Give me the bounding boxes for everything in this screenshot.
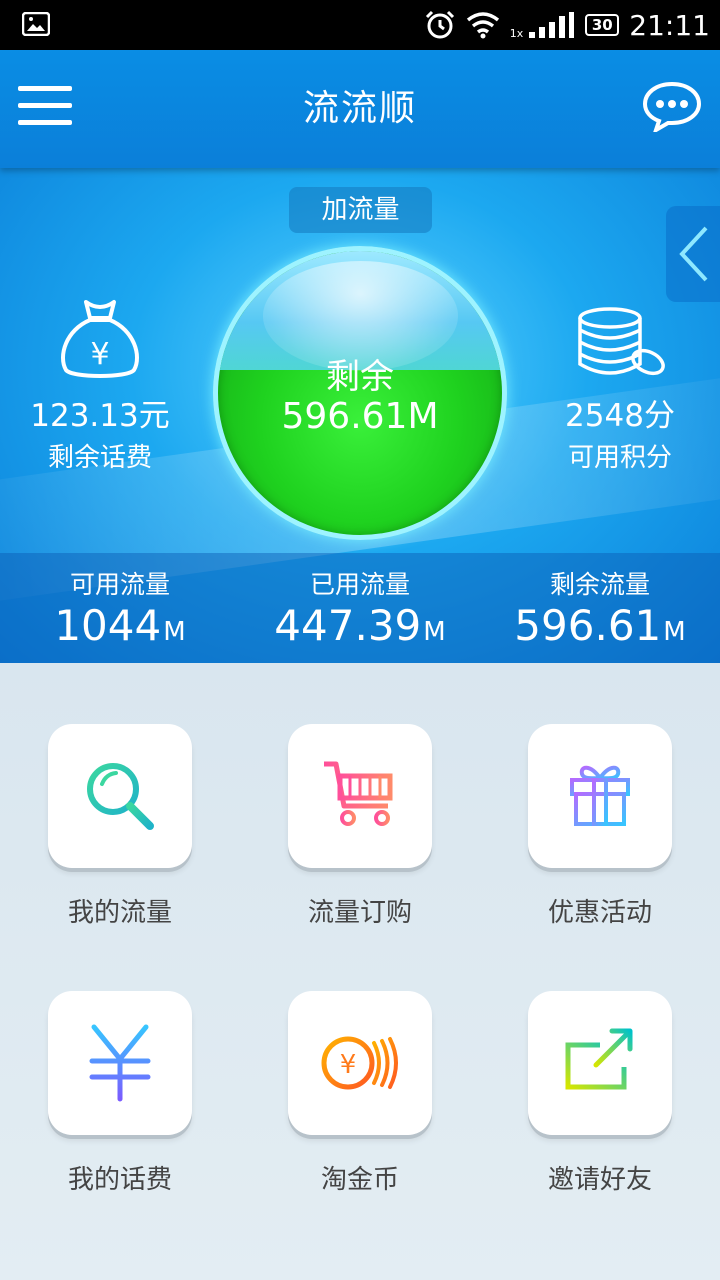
clock: 21:11 (629, 8, 710, 42)
tile-card (48, 991, 192, 1135)
stat-label: 可用流量 (69, 570, 170, 599)
stat-value: 447.39M (240, 601, 480, 650)
add-data-button[interactable]: 加流量 (289, 187, 432, 233)
chat-icon[interactable] (642, 80, 702, 132)
balance-value: 123.13元 (30, 398, 170, 434)
app-bar: 流流顺 (0, 50, 720, 168)
wifi-icon (466, 12, 499, 39)
page-title: 流流顺 (302, 88, 417, 129)
stat-number: 1044 (54, 601, 162, 650)
tile-label: 流量订购 (307, 898, 412, 928)
tile-card (48, 724, 192, 868)
stat-available: 可用流量 1044M (0, 553, 240, 663)
tile-label: 邀请好友 (547, 1165, 652, 1195)
stat-unit: M (663, 617, 686, 647)
gift-icon (570, 765, 630, 826)
share-icon (565, 1028, 633, 1090)
balance-stat[interactable]: ¥ 123.13元 剩余话费 (20, 296, 180, 474)
stat-number: 447.39 (274, 601, 422, 650)
tile-label: 我的话费 (67, 1165, 172, 1195)
orb-value: 596.61M (281, 396, 439, 437)
orb-label: 剩余 (326, 357, 394, 397)
signal-indicator: 1x (510, 10, 576, 40)
points-value: 2548分 (565, 398, 675, 434)
stat-label: 已用流量 (309, 570, 410, 599)
tile-my-bill[interactable]: 我的话费 (48, 991, 192, 1196)
svg-text:¥: ¥ (340, 1050, 357, 1080)
side-drawer-tab[interactable] (666, 206, 720, 302)
remaining-data-orb[interactable]: 剩余 596.61M (213, 246, 507, 540)
coin-stack-icon (578, 307, 665, 376)
points-label: 可用积分 (567, 443, 672, 473)
tile-label: 淘金币 (320, 1165, 399, 1195)
stat-label: 剩余流量 (549, 570, 650, 599)
feature-grid: 我的流量 流量订购 优惠活动 我的话费 ¥ 淘金币 邀请好友 (0, 663, 720, 1280)
tile-card: ¥ (288, 991, 432, 1135)
tile-invite-friends[interactable]: 邀请好友 (528, 991, 672, 1196)
app-screen: 1x 30 21:11 流流顺 加流量 ¥ 123.13元 剩余话费 剩余 59… (0, 0, 720, 1280)
tile-gold-coin[interactable]: ¥ 淘金币 (288, 991, 432, 1196)
signal-icon (529, 12, 575, 38)
battery-indicator: 30 (585, 14, 620, 36)
tile-label: 优惠活动 (547, 898, 652, 928)
tile-label: 我的流量 (67, 898, 172, 928)
points-stat[interactable]: 2548分 可用积分 (540, 306, 700, 474)
svg-text:¥: ¥ (90, 337, 109, 372)
tile-card (528, 724, 672, 868)
stat-unit: M (423, 617, 446, 647)
magnifier-icon (87, 763, 154, 830)
data-overview-panel: 加流量 ¥ 123.13元 剩余话费 剩余 596.61M 2548分 可用积分… (0, 168, 720, 663)
balance-label: 剩余话费 (47, 443, 152, 473)
stat-remaining: 剩余流量 596.61M (480, 553, 720, 663)
stat-value: 596.61M (480, 601, 720, 650)
stat-value: 1044M (0, 601, 240, 650)
tile-data-order[interactable]: 流量订购 (288, 724, 432, 929)
tile-my-data[interactable]: 我的流量 (48, 724, 192, 929)
stat-unit: M (163, 617, 186, 647)
status-bar: 1x 30 21:11 (0, 0, 720, 50)
stat-used: 已用流量 447.39M (240, 553, 480, 663)
stat-number: 596.61 (514, 601, 662, 650)
tile-card (288, 724, 432, 868)
coin-icon: ¥ (321, 1036, 398, 1090)
shopping-cart-icon (324, 761, 393, 826)
tile-promotions[interactable]: 优惠活动 (528, 724, 672, 929)
chevron-left-icon (679, 226, 708, 282)
data-stats-bar: 可用流量 1044M 已用流量 447.39M 剩余流量 596.61M (0, 553, 720, 663)
alarm-icon (425, 10, 454, 39)
signal-label: 1x (509, 27, 524, 40)
money-bag-icon: ¥ (61, 300, 139, 378)
tile-card (528, 991, 672, 1135)
image-notification-icon (22, 12, 50, 36)
yuan-icon (89, 1024, 151, 1102)
